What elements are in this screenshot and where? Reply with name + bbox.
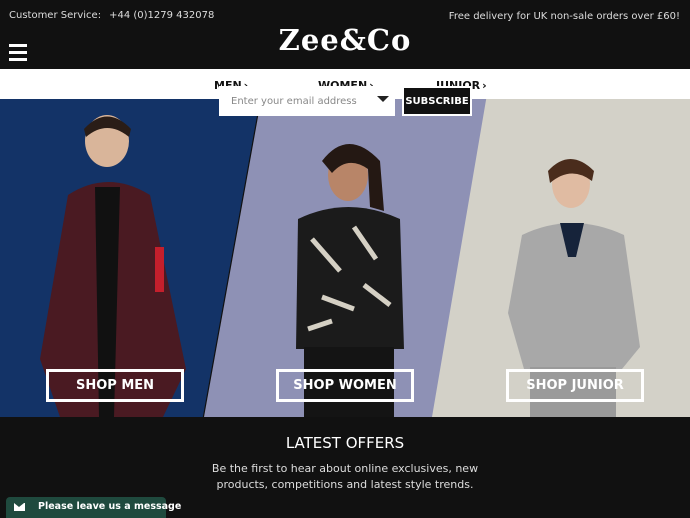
offers-description: Be the first to hear about online exclus… [0,461,690,493]
chat-label: Please leave us a message [38,501,182,512]
email-input[interactable] [219,86,395,116]
logo[interactable]: Zee&Co [279,26,412,55]
shop-men-button[interactable]: SHOP MEN [46,369,184,402]
delivery-notice: Free delivery for UK non-sale orders ove… [448,11,680,22]
offers-title: LATEST OFFERS [285,434,405,452]
offers-text-line: products, competitions and latest style … [216,478,474,491]
phone-number[interactable]: +44 (0)1279 432078 [109,10,214,21]
chat-widget[interactable]: Please leave us a message [6,497,181,518]
hero-banner: SHOP MEN SHOP WOMEN SHOP JUNIOR [0,99,690,417]
customer-service-label: Customer Service: [9,10,102,21]
shop-junior-button[interactable]: SHOP JUNIOR [506,369,644,402]
chevron-right-icon: › [482,79,487,92]
shop-women-button[interactable]: SHOP WOMEN [276,369,414,402]
logo-container: Zee&Co [0,26,690,55]
top-header: Customer Service: +44 (0)1279 432078 Free… [0,0,690,69]
envelope-icon [14,503,25,511]
subscribe-button[interactable]: SUBSCRIBE [402,86,472,116]
offers-text-line: Be the first to hear about online exclus… [211,462,479,475]
customer-service: Customer Service: +44 (0)1279 432078 [9,10,214,21]
dropdown-arrow-icon [377,96,389,102]
